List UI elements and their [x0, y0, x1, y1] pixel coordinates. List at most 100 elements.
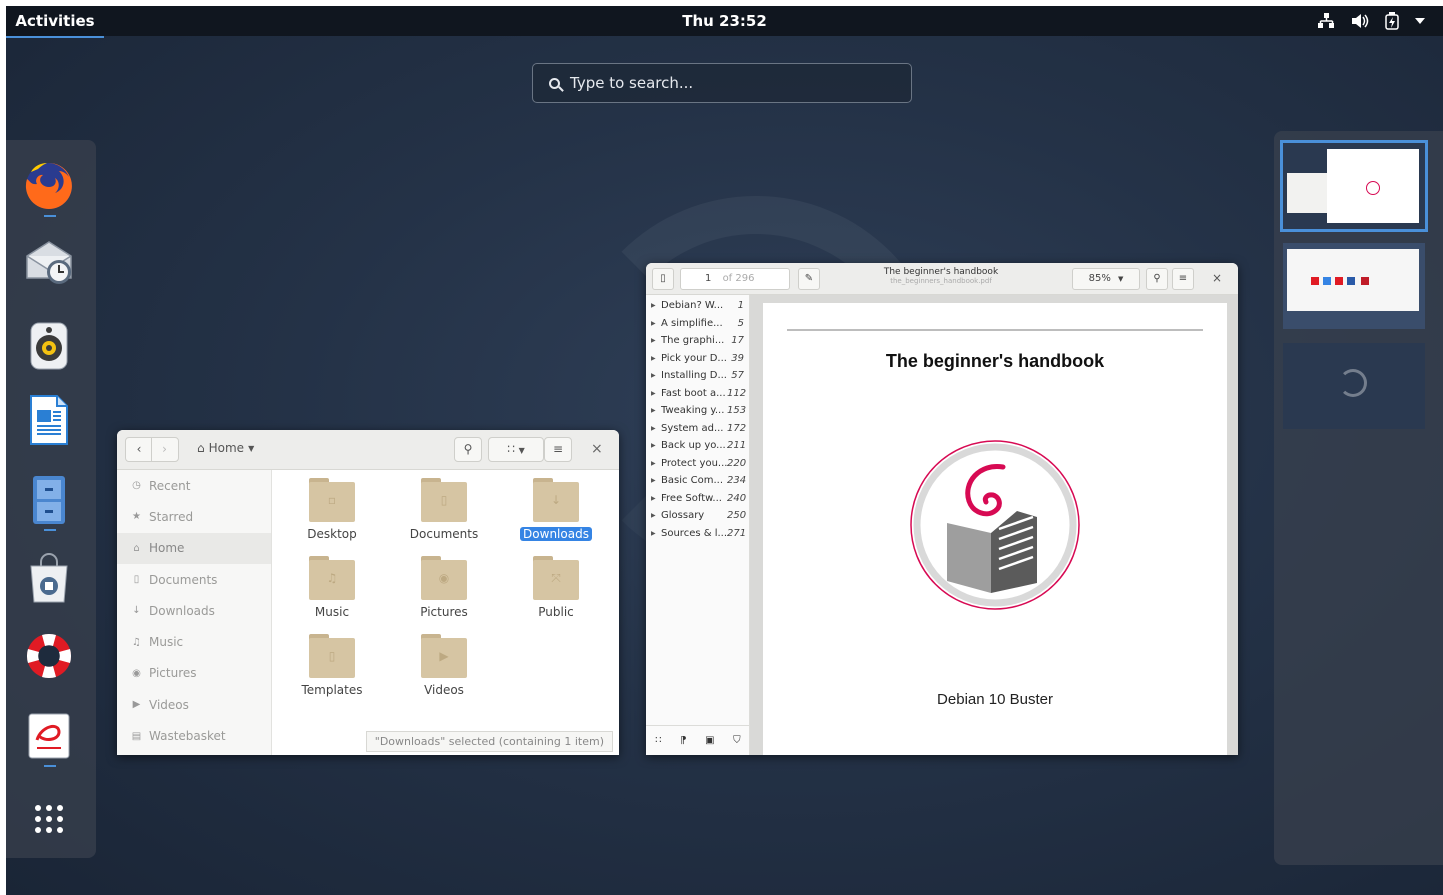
attachments-icon[interactable]: ▣ — [705, 735, 714, 746]
folder-emblem: ▫ — [327, 493, 337, 507]
sidebar-item-wastebasket[interactable]: ▤ Wastebasket — [117, 720, 271, 751]
expander-arrow-icon[interactable]: ▶ — [651, 390, 661, 397]
show-applications-icon[interactable] — [23, 793, 75, 845]
help-lifebuoy-icon[interactable] — [23, 630, 75, 682]
sidebar-item-starred[interactable]: ★ Starred — [117, 501, 271, 532]
files-cabinet-icon[interactable] — [23, 474, 75, 526]
battery-icon[interactable] — [1385, 12, 1399, 30]
toc-item[interactable]: ▶ Pick your D... 39 — [646, 350, 749, 368]
expander-arrow-icon[interactable]: ▶ — [651, 425, 661, 432]
toc-item[interactable]: ▶ The graphi... 17 — [646, 332, 749, 350]
document-canvas[interactable]: The beginner's handbook Debian 10 Buster — [750, 295, 1238, 755]
search-button[interactable]: ⚲ — [454, 437, 482, 462]
folder-icon: ↓ — [533, 478, 579, 522]
folder-emblem: ↓ — [550, 493, 562, 507]
document-viewer-icon[interactable] — [23, 710, 75, 762]
toc-item[interactable]: ▶ A simplifie... 5 — [646, 315, 749, 333]
files-window[interactable]: ‹ › ⌂ Home ▼ ⚲ ∷ ▼ ≡ × ◷ Recent ★ Starred ⌂ Ho… — [117, 430, 619, 755]
close-icon[interactable]: × — [591, 441, 603, 457]
network-icon[interactable] — [1317, 13, 1335, 29]
annotate-pencil-icon[interactable]: ✎ — [798, 268, 820, 290]
back-arrow-icon[interactable]: ‹ — [127, 438, 152, 461]
workspace-thumbnail-1[interactable] — [1280, 140, 1428, 232]
menu-button[interactable]: ≡ — [544, 437, 572, 462]
sidebar-item-pictures[interactable]: ◉ Pictures — [117, 658, 271, 689]
trash-icon: ▤ — [131, 730, 142, 742]
toc-item[interactable]: ▶ System ad... 172 — [646, 420, 749, 438]
sidebar-item-downloads[interactable]: ↓ Downloads — [117, 595, 271, 626]
forward-arrow-icon[interactable]: › — [152, 438, 177, 461]
folder-icon: ⤧ — [533, 556, 579, 600]
clock-icon: ◷ — [132, 480, 141, 492]
hamburger-icon[interactable]: ≡ — [1172, 268, 1194, 290]
clock[interactable]: Thu 23:52 — [6, 6, 1443, 36]
expander-arrow-icon[interactable]: ▶ — [651, 407, 661, 414]
docviewer-headerbar: ▯ 1 of 296 ✎ The beginner's handbook the… — [646, 263, 1238, 295]
expander-arrow-icon[interactable]: ▶ — [651, 355, 661, 362]
rhythmbox-speaker-icon[interactable] — [23, 320, 75, 372]
bookmarks-icon[interactable]: ⛉ — [733, 735, 741, 746]
view-toggle-button[interactable]: ∷ ▼ — [488, 437, 544, 462]
expander-arrow-icon[interactable]: ▶ — [651, 495, 661, 502]
toc-item[interactable]: ▶ Protect you... 220 — [646, 455, 749, 473]
toc-page: 17 — [731, 335, 744, 347]
toc-item[interactable]: ▶ Tweaking y... 153 — [646, 402, 749, 420]
activities-button[interactable]: Activities — [6, 6, 104, 38]
sidebar-item-label: Documents — [149, 572, 218, 587]
sidebar-item-home[interactable]: ⌂ Home — [117, 532, 271, 564]
thumbnails-icon[interactable]: ∷ — [655, 735, 661, 746]
folder-videos[interactable]: ▶ Videos — [399, 634, 489, 698]
software-bag-icon[interactable] — [23, 552, 75, 604]
system-tray[interactable] — [1317, 6, 1425, 36]
toc-item[interactable]: ▶ Installing D... 57 — [646, 367, 749, 385]
expander-arrow-icon[interactable]: ▶ — [651, 372, 661, 379]
expander-arrow-icon[interactable]: ▶ — [651, 442, 661, 449]
sidebar-toggle-icon[interactable]: ▯ — [652, 268, 674, 290]
sidebar-item-music[interactable]: ♫ Music — [117, 626, 271, 657]
folder-public[interactable]: ⤧ Public — [511, 556, 601, 620]
expander-arrow-icon[interactable]: ▶ — [651, 460, 661, 467]
volume-icon[interactable] — [1351, 13, 1369, 29]
system-menu-arrow-icon[interactable] — [1415, 18, 1425, 24]
toc-item[interactable]: ▶ Basic Com... 234 — [646, 472, 749, 490]
evolution-mail-icon[interactable] — [23, 238, 75, 290]
workspace-thumbnail-3[interactable] — [1283, 343, 1425, 429]
total-pages: of 296 — [722, 273, 755, 284]
thumb-logo — [1366, 181, 1380, 195]
expander-arrow-icon[interactable]: ▶ — [651, 477, 661, 484]
path-bar[interactable]: ⌂ Home ▼ — [197, 441, 254, 455]
sidebar-item-documents[interactable]: ▯ Documents — [117, 564, 271, 595]
search-entry[interactable]: Type to search... — [532, 63, 912, 103]
folder-templates[interactable]: ▯ Templates — [287, 634, 377, 698]
toc-item[interactable]: ▶ Fast boot a... 112 — [646, 385, 749, 403]
toc-item[interactable]: ▶ Free Softw... 240 — [646, 490, 749, 508]
workspace-switcher — [1274, 131, 1443, 865]
search-icon[interactable]: ⚲ — [1146, 268, 1168, 290]
folder-pictures[interactable]: ◉ Pictures — [399, 556, 489, 620]
toc-item[interactable]: ▶ Sources & l... 271 — [646, 525, 749, 543]
zoom-select[interactable]: 85% ▼ — [1072, 268, 1140, 290]
outline-icon[interactable]: ⁋ — [680, 735, 686, 746]
document-viewer-window[interactable]: ▯ 1 of 296 ✎ The beginner's handbook the… — [646, 263, 1238, 755]
expander-arrow-icon[interactable]: ▶ — [651, 337, 661, 344]
list-view-icon: ∷ — [507, 442, 515, 456]
folder-desktop[interactable]: ▫ Desktop — [287, 478, 377, 542]
toc-item[interactable]: ▶ Debian? W... 1 — [646, 297, 749, 315]
sidebar-item-videos[interactable]: ▶ Videos — [117, 689, 271, 720]
expander-arrow-icon[interactable]: ▶ — [651, 512, 661, 519]
expander-arrow-icon[interactable]: ▶ — [651, 320, 661, 327]
toc-item[interactable]: ▶ Glossary 250 — [646, 507, 749, 525]
folder-music[interactable]: ♫ Music — [287, 556, 377, 620]
expander-arrow-icon[interactable]: ▶ — [651, 302, 661, 309]
path-home-label: Home — [208, 441, 245, 455]
sidebar-item-recent[interactable]: ◷ Recent — [117, 470, 271, 501]
firefox-icon[interactable] — [23, 160, 75, 212]
close-icon[interactable]: × — [1212, 271, 1222, 285]
workspace-thumbnail-2[interactable] — [1283, 243, 1425, 329]
folder-downloads[interactable]: ↓ Downloads — [511, 478, 601, 542]
expander-arrow-icon[interactable]: ▶ — [651, 530, 661, 537]
folder-documents[interactable]: ▯ Documents — [399, 478, 489, 542]
toc-item[interactable]: ▶ Back up yo... 211 — [646, 437, 749, 455]
page-entry[interactable]: 1 of 296 — [680, 268, 790, 290]
libreoffice-writer-icon[interactable] — [23, 394, 75, 446]
